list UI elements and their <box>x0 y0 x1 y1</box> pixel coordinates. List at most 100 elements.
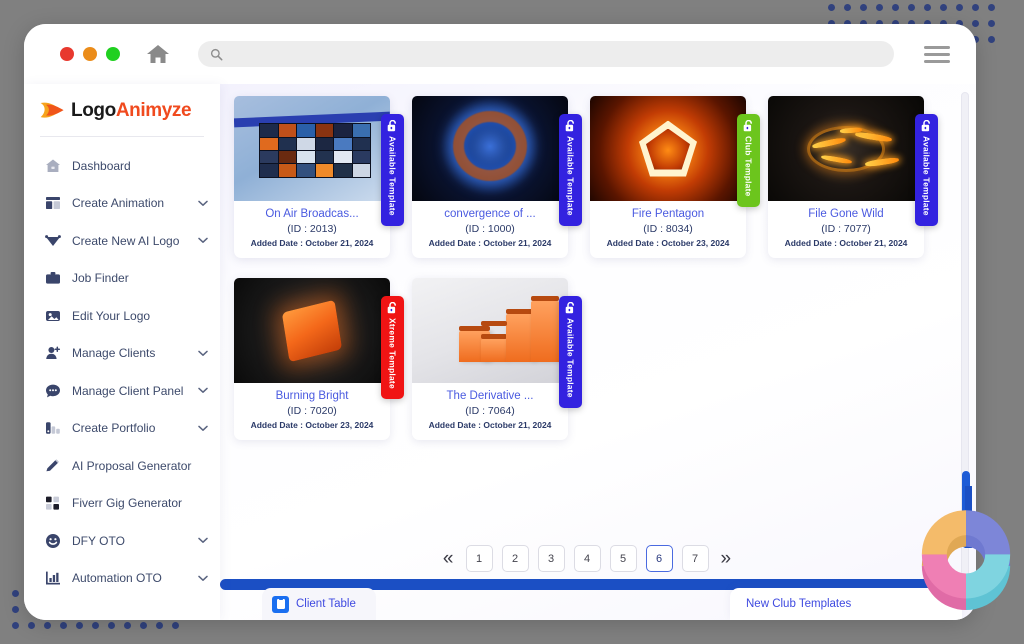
pagination-page-7[interactable]: 7 <box>682 545 709 572</box>
pagination-page-6[interactable]: 6 <box>646 545 673 572</box>
template-badge[interactable]: Available Template <box>381 114 404 226</box>
template-card-body: convergence of ... (ID : 1000) Added Date … <box>412 201 568 258</box>
address-bar[interactable] <box>198 41 894 67</box>
sidebar-item-label: Job Finder <box>72 271 187 285</box>
template-thumbnail[interactable] <box>412 278 568 383</box>
new-club-templates-tab[interactable]: New Club Templates <box>730 588 962 620</box>
template-badge-label: Available Template <box>566 318 576 398</box>
sidebar-item-manage-clients[interactable]: Manage Clients <box>24 335 220 373</box>
maximize-window-button[interactable] <box>106 47 120 61</box>
template-thumbnail[interactable] <box>768 96 924 201</box>
portfolio-bars-icon <box>44 420 61 437</box>
template-id: (ID : 8034) <box>594 223 742 235</box>
chevron-down-icon <box>198 537 208 544</box>
sidebar-item-create-portfolio[interactable]: Create Portfolio <box>24 410 220 448</box>
template-id: (ID : 7064) <box>416 405 564 417</box>
template-badge[interactable]: Available Template <box>915 114 938 226</box>
pagination-page-1[interactable]: 1 <box>466 545 493 572</box>
unlock-icon <box>387 120 398 132</box>
template-card-body: Fire Pentagon(ID : 8034)Added Date : Oct… <box>590 201 746 258</box>
template-thumbnail[interactable] <box>234 96 390 201</box>
home-icon[interactable] <box>146 43 170 65</box>
sidebar-item-dfy-oto[interactable]: DFY OTO <box>24 522 220 560</box>
sidebar-item-edit-your-logo[interactable]: Edit Your Logo <box>24 297 220 335</box>
template-title: convergence of ... <box>416 208 564 220</box>
template-title: On Air Broadcas... <box>238 208 386 220</box>
sidebar-item-label: Create Portfolio <box>72 421 187 435</box>
template-card[interactable]: Available TemplateThe Derivative ...(ID … <box>412 278 568 440</box>
template-card[interactable]: Xtreme TemplateBurning Bright(ID : 7020)… <box>234 278 390 440</box>
template-added-date: Added Date : October 21, 2024 <box>416 420 564 430</box>
app-logo[interactable]: LogoAnimyze <box>24 92 220 136</box>
sidebar-nav-list: Dashboard Create Animation Create New AI L… <box>24 147 220 597</box>
template-badge[interactable]: Available Template <box>559 296 582 408</box>
sidebar-item-label: AI Proposal Generator <box>72 459 191 473</box>
sidebar-item-manage-client-panel[interactable]: Manage Client Panel <box>24 372 220 410</box>
sidebar-item-label: Create Animation <box>72 196 187 210</box>
client-table-tab[interactable]: Client Table <box>262 588 376 620</box>
crown-m-icon <box>44 232 61 249</box>
template-title: Burning Bright <box>238 390 386 402</box>
sidebar-item-create-new-ai-logo[interactable]: Create New AI Logo <box>24 222 220 260</box>
unlock-icon <box>921 120 932 132</box>
smiley-face-icon <box>44 532 61 549</box>
home-dashboard-icon <box>44 157 61 174</box>
template-added-date: Added Date : October 23, 2024 <box>594 238 742 248</box>
chevron-down-icon <box>198 575 208 582</box>
pagination-page-2[interactable]: 2 <box>502 545 529 572</box>
client-table-tab-label: Client Table <box>296 598 356 610</box>
sidebar-item-create-animation[interactable]: Create Animation <box>24 185 220 223</box>
decorative-blue-bar <box>965 486 972 548</box>
unlock-icon <box>565 302 576 314</box>
logo-text-primary: Logo <box>71 100 116 121</box>
template-badge[interactable]: Club Template <box>737 114 760 207</box>
pagination-page-3[interactable]: 3 <box>538 545 565 572</box>
minimize-window-button[interactable] <box>83 47 97 61</box>
document-icon <box>272 596 289 613</box>
template-badge-label: Club Template <box>744 136 754 197</box>
browser-chrome-bar <box>24 24 976 84</box>
play-swoosh-icon <box>38 98 68 124</box>
logo-text: LogoAnimyze <box>71 100 191 122</box>
sidebar-item-job-finder[interactable]: Job Finder <box>24 260 220 298</box>
close-window-button[interactable] <box>60 47 74 61</box>
sidebar-item-fiverr-gig-generator[interactable]: Fiverr Gig Generator <box>24 485 220 523</box>
chevron-down-icon <box>198 387 208 394</box>
template-thumbnail[interactable] <box>234 278 390 383</box>
sidebar-item-label: Manage Client Panel <box>72 384 187 398</box>
template-card[interactable]: Club TemplateFire Pentagon(ID : 8034)Add… <box>590 96 746 258</box>
pagination-page-4[interactable]: 4 <box>574 545 601 572</box>
pagination-page-5[interactable]: 5 <box>610 545 637 572</box>
template-badge-label: Available Template <box>566 136 576 216</box>
pencil-icon <box>44 457 61 474</box>
template-card[interactable]: Available Templateconvergence of ...(ID … <box>412 96 568 258</box>
chevron-down-icon <box>198 425 208 432</box>
template-id: (ID : 7077) <box>772 223 920 235</box>
template-card[interactable]: Available TemplateOn Air Broadcas...(ID … <box>234 96 390 258</box>
pagination-next[interactable]: » <box>718 548 735 570</box>
template-added-date: Added Date : October 21, 2024 <box>416 238 564 248</box>
browser-window: LogoAnimyze Dashboard Create Animation Cre… <box>24 24 976 620</box>
hamburger-menu-icon[interactable] <box>920 42 954 67</box>
template-badge[interactable]: Available Template <box>559 114 582 226</box>
address-input[interactable] <box>229 48 882 60</box>
template-badge-label: Xtreme Template <box>388 318 398 389</box>
template-badge[interactable]: Xtreme Template <box>381 296 404 399</box>
grid-squares-icon <box>44 495 61 512</box>
template-card-body: The Derivative ...(ID : 7064)Added Date … <box>412 383 568 440</box>
template-id: (ID : 1000) <box>416 223 564 235</box>
sidebar-item-label: Dashboard <box>72 159 187 173</box>
pagination-prev[interactable]: « <box>440 548 457 570</box>
template-thumbnail[interactable] <box>590 96 746 201</box>
template-title: File Gone Wild <box>772 208 920 220</box>
template-card-grid: Available TemplateOn Air Broadcas...(ID … <box>220 96 954 440</box>
new-club-templates-label: New Club Templates <box>746 598 851 610</box>
template-thumbnail[interactable] <box>412 96 568 201</box>
sidebar-item-automation-oto[interactable]: Automation OTO <box>24 560 220 598</box>
sidebar-item-dashboard[interactable]: Dashboard <box>24 147 220 185</box>
template-card[interactable]: Available TemplateFile Gone Wild(ID : 70… <box>768 96 924 258</box>
template-card-body: Burning Bright(ID : 7020)Added Date : Oc… <box>234 383 390 440</box>
app-body: LogoAnimyze Dashboard Create Animation Cre… <box>24 84 976 620</box>
template-id: (ID : 7020) <box>238 405 386 417</box>
sidebar-item-ai-proposal-generator[interactable]: AI Proposal Generator <box>24 447 220 485</box>
